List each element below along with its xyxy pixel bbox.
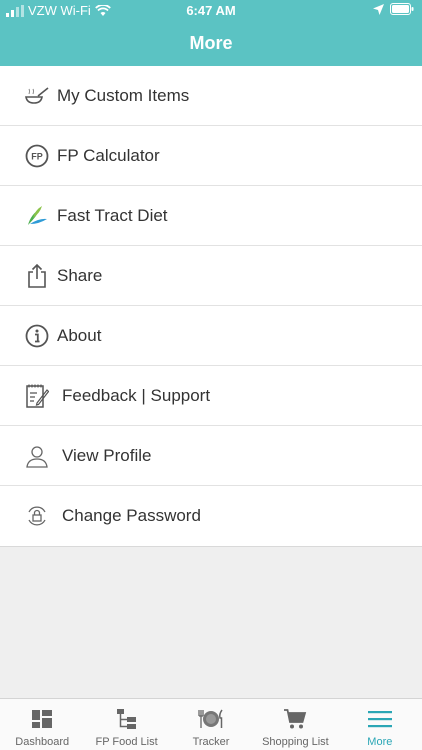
- menu-item-label: Share: [57, 265, 103, 285]
- menu-item-label: FP Calculator: [57, 145, 160, 165]
- menu-item-share[interactable]: Share: [0, 246, 422, 306]
- notepad-icon: [24, 383, 50, 409]
- tab-label: More: [367, 736, 393, 748]
- hamburger-icon: [367, 706, 393, 732]
- tab-label: Tracker: [192, 736, 230, 748]
- hierarchy-icon: [114, 706, 140, 732]
- fp-calculator-icon: FP: [24, 143, 50, 169]
- menu-item-label: My Custom Items: [57, 85, 190, 105]
- menu-item-view-profile[interactable]: View Profile: [0, 426, 422, 486]
- plate-cutlery-icon: [198, 706, 224, 732]
- info-icon: [24, 323, 50, 349]
- menu-item-change-password[interactable]: Change Password: [0, 486, 422, 546]
- tab-fp-food-list[interactable]: FP Food List: [84, 699, 168, 750]
- bottom-tab-bar: Dashboard FP Food List Tracker Shopping …: [0, 698, 422, 750]
- tab-shopping-list[interactable]: Shopping List: [253, 699, 337, 750]
- more-menu-list: My Custom Items FP FP Calculator Fast Tr…: [0, 66, 422, 547]
- tab-more[interactable]: More: [338, 699, 422, 750]
- status-bar: VZW Wi-Fi 6:47 AM: [0, 0, 422, 22]
- tab-label: FP Food List: [95, 736, 158, 748]
- menu-item-label: View Profile: [62, 445, 152, 465]
- cart-icon: [282, 706, 308, 732]
- app-header: VZW Wi-Fi 6:47 AM More: [0, 0, 422, 66]
- menu-item-fp-calculator[interactable]: FP FP Calculator: [0, 126, 422, 186]
- lock-refresh-icon: [24, 503, 50, 529]
- menu-item-fast-tract-diet[interactable]: Fast Tract Diet: [0, 186, 422, 246]
- bowl-spoon-icon: [24, 83, 50, 109]
- menu-item-label: Change Password: [62, 506, 201, 525]
- dashboard-icon: [29, 706, 55, 732]
- location-arrow-icon: [373, 3, 384, 15]
- tab-dashboard[interactable]: Dashboard: [0, 699, 84, 750]
- tab-tracker[interactable]: Tracker: [169, 699, 253, 750]
- page-title: More: [189, 33, 233, 53]
- status-time: 6:47 AM: [186, 3, 236, 18]
- menu-item-label: Feedback | Support: [62, 385, 211, 405]
- battery-icon: [390, 3, 414, 15]
- share-icon: [24, 263, 50, 289]
- menu-item-label: Fast Tract Diet: [57, 205, 168, 225]
- svg-text:FP: FP: [31, 151, 43, 161]
- menu-item-about[interactable]: About: [0, 306, 422, 366]
- tab-label: Dashboard: [15, 736, 70, 748]
- menu-item-my-custom-items[interactable]: My Custom Items: [0, 66, 422, 126]
- fast-tract-leaf-icon: [24, 203, 50, 229]
- tab-label: Shopping List: [262, 736, 329, 748]
- menu-item-label: About: [57, 325, 102, 345]
- user-icon: [24, 443, 50, 469]
- status-right: [373, 3, 414, 15]
- menu-item-feedback-support[interactable]: Feedback | Support: [0, 366, 422, 426]
